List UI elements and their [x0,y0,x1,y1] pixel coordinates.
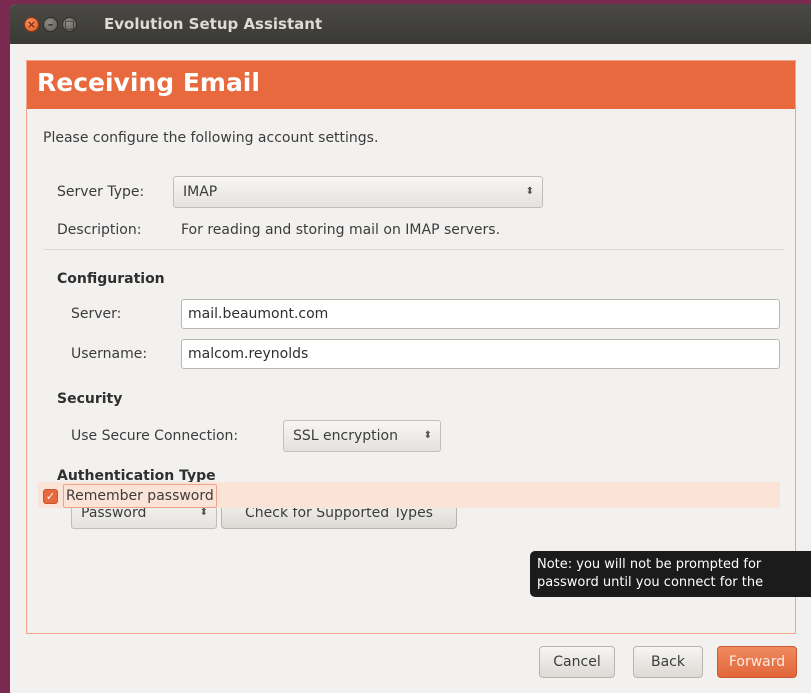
maximize-icon: □ [64,18,75,31]
tooltip: Note: you will not be prompted for passw… [530,551,811,597]
configuration-heading: Configuration [57,271,165,287]
window-title: Evolution Setup Assistant [104,15,323,33]
tooltip-line-2: password until you connect for the [537,575,764,590]
page-header: Receiving Email [27,61,795,109]
close-window-button[interactable]: × [24,17,39,32]
combo-arrow-icon: ⬍ [423,430,432,441]
tooltip-line-1: Note: you will not be prompted for [537,557,762,572]
forward-button[interactable]: Forward [717,646,797,678]
server-type-label: Server Type: [57,184,145,200]
maximize-window-button[interactable]: □ [62,17,77,32]
assistant-page: Receiving Email Please configure the fol… [26,60,796,634]
description-text: For reading and storing mail on IMAP ser… [181,222,501,238]
secure-connection-select[interactable]: SSL encryption ⬍ [283,420,441,452]
minimize-icon: – [47,18,54,31]
cancel-button[interactable]: Cancel [539,646,615,678]
page-title: Receiving Email [37,68,260,97]
server-input[interactable]: mail.beaumont.com [181,299,780,329]
secure-connection-label: Use Secure Connection: [71,428,239,444]
username-input[interactable]: malcom.reynolds [181,339,780,369]
secure-connection-value: SSL encryption [293,428,398,444]
back-button[interactable]: Back [633,646,703,678]
remember-password-checkbox[interactable]: ✓ [43,489,58,504]
close-icon: × [26,18,37,31]
username-label: Username: [71,346,148,362]
intro-text: Please configure the following account s… [43,130,379,146]
server-type-value: IMAP [183,184,218,200]
description-label: Description: [57,222,142,238]
security-heading: Security [57,391,123,407]
minimize-window-button[interactable]: – [43,17,58,32]
title-bar[interactable]: × – □ Evolution Setup Assistant [10,4,811,44]
server-type-select[interactable]: IMAP ⬍ [173,176,543,208]
server-label: Server: [71,306,122,322]
remember-password-label[interactable]: Remember password [63,484,217,508]
separator [44,249,784,250]
combo-arrow-icon: ⬍ [525,186,534,197]
